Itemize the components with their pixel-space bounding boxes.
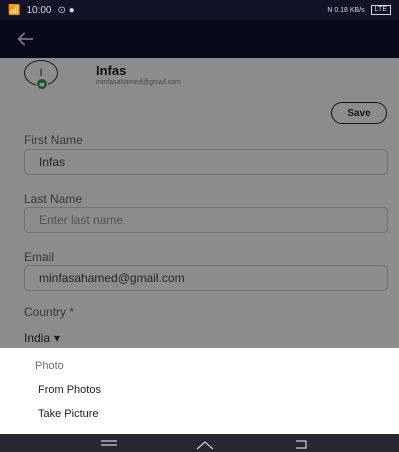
country-select[interactable]: India ▾ [24,331,60,345]
notification-icon: ⊙ ● [57,4,75,16]
chevron-down-icon: ▾ [54,331,61,345]
profile-form: I Infas minfasahamed@gmail.com Save Firs… [0,58,399,348]
status-time: 10:00 [26,4,52,16]
status-bar: 📶 10:00 ⊙ ● N 0.18 KB/s LTE [0,0,399,20]
sheet-title: Photo [35,360,64,372]
profile-name: Infas [96,63,127,78]
camera-badge-icon[interactable] [36,78,48,90]
app-bar [0,20,399,58]
first-name-label: First Name [24,133,83,147]
profile-email: minfasahamed@gmail.com [96,79,181,86]
signal-icon: 📶 [8,4,21,16]
last-name-label: Last Name [24,192,83,206]
last-name-field[interactable]: Enter last name [24,207,388,233]
home-icon[interactable] [193,437,217,451]
back-icon[interactable] [290,437,314,451]
system-nav-bar [0,434,399,452]
photo-bottom-sheet: Photo From Photos Take Picture [0,348,399,434]
battery-icon: LTE [370,5,391,15]
camera-icon [39,82,45,87]
network-speed: N 0.18 KB/s [327,6,365,14]
arrow-left-icon[interactable] [14,28,36,50]
country-value: India [24,331,51,345]
status-right: N 0.18 KB/s LTE [327,5,391,15]
first-name-field[interactable]: Infas [24,149,388,175]
email-label: Email [24,250,55,264]
save-button[interactable]: Save [331,102,387,124]
country-label: Country * [24,305,75,319]
status-left: 📶 10:00 ⊙ ● [8,5,75,16]
menu-icon[interactable] [97,437,121,451]
option-from-photos[interactable]: From Photos [38,384,101,396]
option-take-picture[interactable]: Take Picture [38,408,99,420]
email-field[interactable]: minfasahamed@gmail.com [24,265,388,291]
